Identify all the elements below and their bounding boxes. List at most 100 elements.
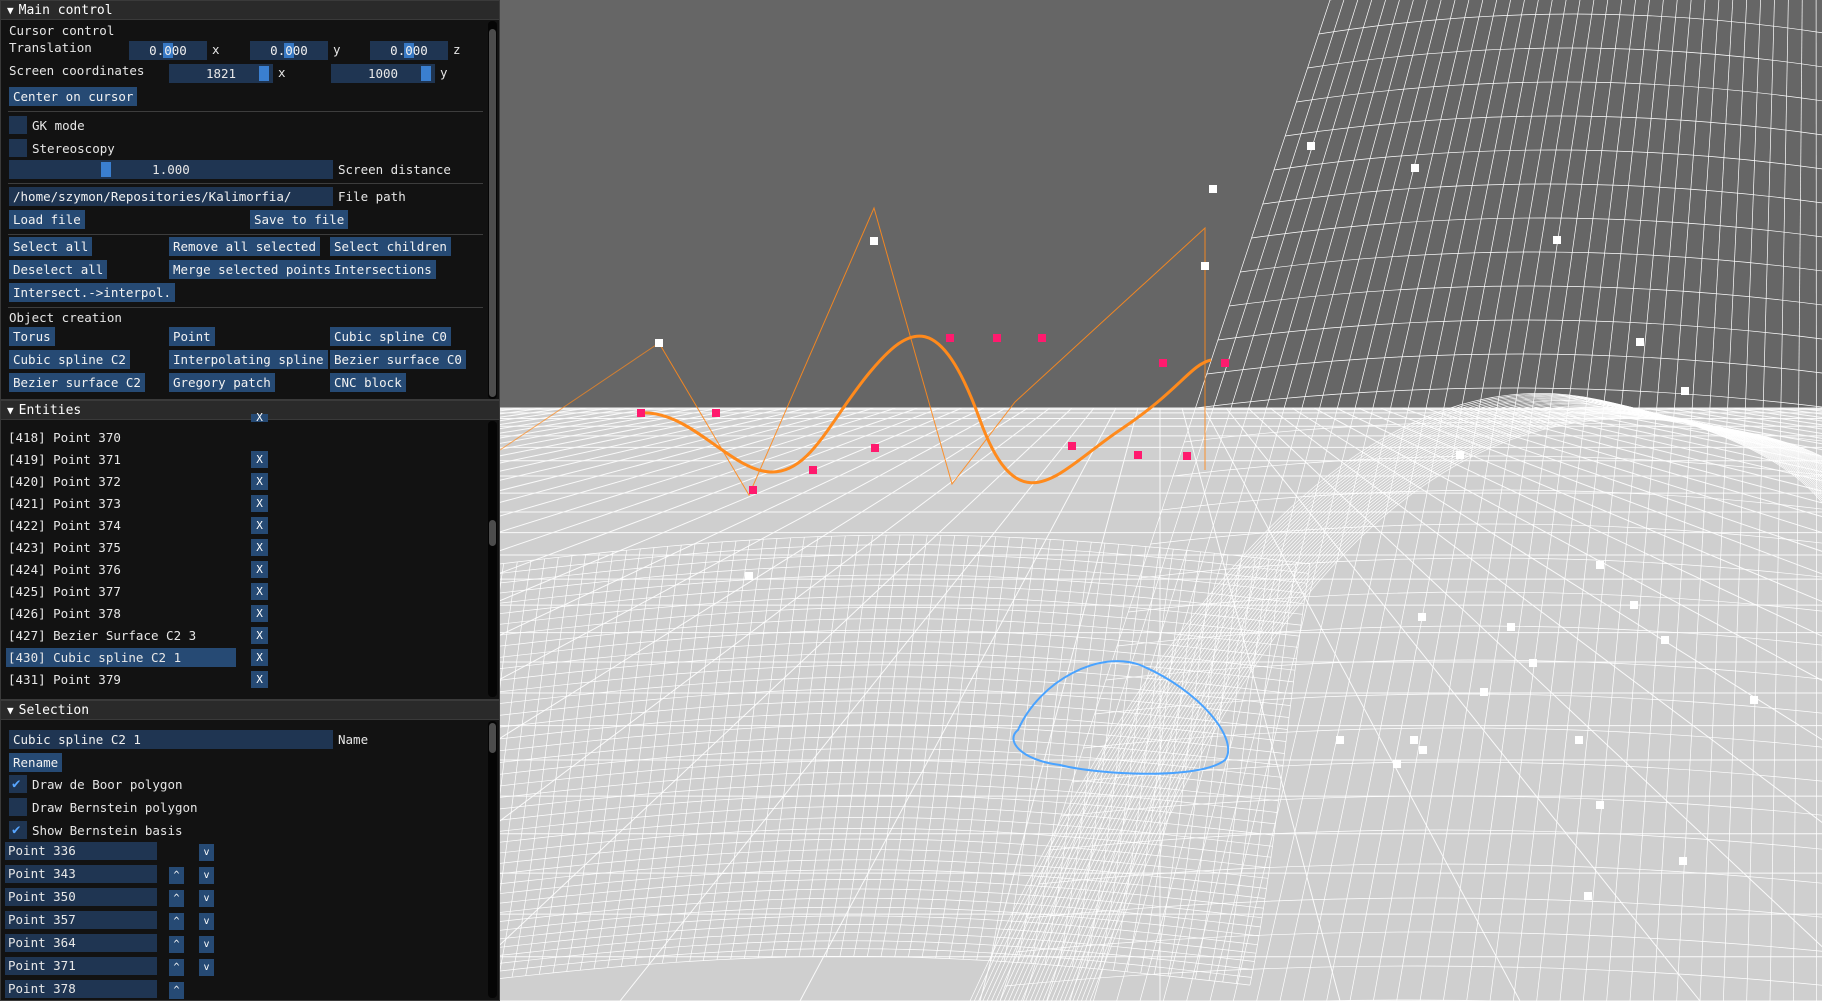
gk-mode-checkbox[interactable]: [9, 116, 27, 134]
selection-scroll-grab[interactable]: [489, 723, 496, 753]
translation-z-input[interactable]: 0.000: [370, 41, 448, 60]
stereoscopy-checkbox[interactable]: [9, 139, 27, 157]
control-point-field[interactable]: Point 364: [5, 934, 157, 952]
intersections-button[interactable]: Intersections: [330, 260, 436, 279]
load-file-button[interactable]: Load file: [9, 210, 85, 229]
entities-scroll-grab[interactable]: [489, 520, 496, 546]
control-point-field[interactable]: Point 336: [5, 842, 157, 860]
move-up-button[interactable]: ^: [169, 913, 184, 930]
merge-selected-points-button[interactable]: Merge selected points: [169, 260, 336, 279]
center-on-cursor-button[interactable]: Center on cursor: [9, 87, 138, 106]
select-children-button[interactable]: Select children: [330, 237, 451, 256]
translation-x-axis-label: x: [212, 42, 220, 57]
control-point-field[interactable]: Point 371: [5, 957, 157, 975]
deselect-all-button[interactable]: Deselect all: [9, 260, 108, 279]
move-down-button[interactable]: v: [199, 867, 214, 884]
move-down-button[interactable]: v: [199, 936, 214, 953]
create-point-button[interactable]: Point: [169, 327, 215, 346]
screen-y-slider[interactable]: 1000: [331, 64, 435, 83]
remove-entity-button[interactable]: X: [251, 412, 268, 423]
create-gregory-patch-button[interactable]: Gregory patch: [169, 373, 275, 392]
entity-row[interactable]: [419] Point 371: [8, 450, 121, 469]
entity-row[interactable]: [424] Point 376: [8, 560, 121, 579]
scene-point-marker: [1410, 736, 1418, 744]
scene-canvas[interactable]: [500, 0, 1822, 1001]
selection-scrollbar[interactable]: [488, 721, 497, 998]
cursor-control-label: Cursor control: [9, 23, 115, 38]
move-up-button[interactable]: ^: [169, 867, 184, 884]
remove-entity-button[interactable]: X: [251, 561, 268, 578]
entity-row[interactable]: [425] Point 377: [8, 582, 121, 601]
create-cubic-spline-c2-button[interactable]: Cubic spline C2: [9, 350, 130, 369]
control-point-field[interactable]: Point 378: [5, 980, 157, 998]
entity-row[interactable]: [427] Bezier Surface C2 3: [8, 626, 196, 645]
create-interpolating-spline-button[interactable]: Interpolating spline: [169, 350, 328, 369]
entity-row[interactable]: [420] Point 372: [8, 472, 121, 491]
file-path-input[interactable]: /home/szymon/Repositories/Kalimorfia/: [9, 187, 333, 206]
scene-point-marker: [1553, 236, 1561, 244]
remove-all-selected-button[interactable]: Remove all selected: [169, 237, 320, 256]
save-to-file-button[interactable]: Save to file: [250, 210, 349, 229]
screen-x-slider[interactable]: 1821: [169, 64, 273, 83]
remove-entity-button[interactable]: X: [251, 583, 268, 600]
translation-y-input[interactable]: 0.000: [250, 41, 328, 60]
move-down-button[interactable]: v: [199, 890, 214, 907]
move-down-button[interactable]: v: [199, 913, 214, 930]
collapse-triangle-icon[interactable]: ▼: [7, 1, 14, 20]
remove-entity-button[interactable]: X: [251, 649, 268, 666]
move-up-button[interactable]: ^: [169, 936, 184, 953]
name-input[interactable]: Cubic spline C2 1: [9, 730, 333, 749]
create-torus-button[interactable]: Torus: [9, 327, 55, 346]
scene-point-marker: [1419, 746, 1427, 754]
collapse-triangle-icon[interactable]: ▼: [7, 401, 14, 420]
create-cnc-block-button[interactable]: CNC block: [330, 373, 406, 392]
entity-row-selected[interactable]: [430] Cubic spline C2 1: [6, 648, 236, 667]
collapse-triangle-icon[interactable]: ▼: [7, 701, 14, 720]
screen-x-slider-grab[interactable]: [259, 66, 269, 81]
remove-entity-button[interactable]: X: [251, 451, 268, 468]
entities-scrollbar[interactable]: [488, 421, 497, 697]
intersect-to-interpolating-button[interactable]: Intersect.->interpol.: [9, 283, 176, 302]
screen-distance-slider[interactable]: 1.000: [9, 160, 333, 179]
remove-entity-button[interactable]: X: [251, 627, 268, 644]
translation-x-input[interactable]: 0.000: [129, 41, 207, 60]
entity-row[interactable]: [423] Point 375: [8, 538, 121, 557]
screen-y-slider-grab[interactable]: [421, 66, 431, 81]
entity-row[interactable]: [426] Point 378: [8, 604, 121, 623]
translation-x-value: 0.000: [149, 43, 187, 58]
control-point-field[interactable]: Point 350: [5, 888, 157, 906]
show-bernstein-basis-checkbox[interactable]: [9, 821, 27, 839]
move-up-button[interactable]: ^: [169, 959, 184, 976]
draw-bernstein-checkbox[interactable]: [9, 798, 27, 816]
remove-entity-button[interactable]: X: [251, 517, 268, 534]
entity-row[interactable]: [418] Point 370: [8, 428, 121, 447]
remove-entity-button[interactable]: X: [251, 473, 268, 490]
control-point-field[interactable]: Point 343: [5, 865, 157, 883]
scene-viewport[interactable]: [500, 0, 1822, 1001]
main-control-scroll-grab[interactable]: [489, 29, 496, 397]
selection-header[interactable]: ▼ Selection: [1, 701, 499, 720]
remove-entity-button[interactable]: X: [251, 605, 268, 622]
move-down-button[interactable]: v: [199, 844, 214, 861]
translation-z-value: 0.000: [390, 43, 428, 58]
remove-entity-button[interactable]: X: [251, 671, 268, 688]
entity-row[interactable]: [421] Point 373: [8, 494, 121, 513]
entity-row[interactable]: [422] Point 374: [8, 516, 121, 535]
create-bezier-surface-c2-button[interactable]: Bezier surface C2: [9, 373, 145, 392]
entities-header[interactable]: ▼ Entities: [1, 401, 499, 420]
draw-de-boor-checkbox[interactable]: [9, 775, 27, 793]
rename-button[interactable]: Rename: [9, 753, 63, 772]
move-down-button[interactable]: v: [199, 959, 214, 976]
move-up-button[interactable]: ^: [169, 982, 184, 999]
cone-wire: [1318, 13, 1822, 35]
main-control-scrollbar[interactable]: [488, 21, 497, 399]
create-bezier-surface-c0-button[interactable]: Bezier surface C0: [330, 350, 466, 369]
main-control-header[interactable]: ▼ Main control: [1, 1, 499, 20]
create-cubic-spline-c0-button[interactable]: Cubic spline C0: [330, 327, 451, 346]
remove-entity-button[interactable]: X: [251, 539, 268, 556]
remove-entity-button[interactable]: X: [251, 495, 268, 512]
move-up-button[interactable]: ^: [169, 890, 184, 907]
select-all-button[interactable]: Select all: [9, 237, 93, 256]
entity-row[interactable]: [431] Point 379: [8, 670, 121, 689]
control-point-field[interactable]: Point 357: [5, 911, 157, 929]
